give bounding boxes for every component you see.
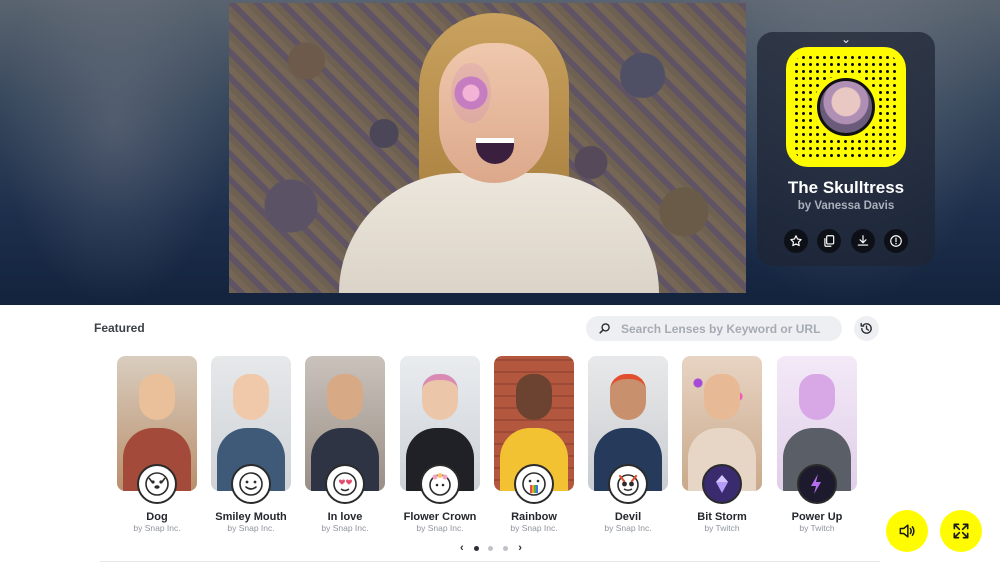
- copy-icon: [824, 235, 835, 247]
- person-sweater: [339, 173, 659, 293]
- lens-tile-devil[interactable]: Devil by Snap Inc.: [588, 356, 668, 534]
- speaker-icon: [899, 524, 915, 538]
- chevron-left-icon[interactable]: ‹: [460, 542, 464, 554]
- lens-preview-photo: [817, 78, 875, 136]
- lens-name: Devil: [614, 511, 642, 523]
- smiley-mouth-icon: [231, 464, 271, 504]
- lens-creator: by Snap Inc.: [604, 523, 652, 533]
- lens-creator: by Snap Inc.: [510, 523, 558, 533]
- devil-icon: [608, 464, 648, 504]
- page-dot-1[interactable]: [473, 545, 479, 551]
- report-button[interactable]: [883, 229, 908, 253]
- lens-creator: by Twitch: [704, 523, 740, 533]
- lens-name: Smiley Mouth: [215, 511, 287, 523]
- rainbow-icon: [514, 464, 554, 504]
- lens-name: Flower Crown: [403, 511, 477, 523]
- search-input[interactable]: [621, 321, 831, 336]
- lens-tile-smiley-mouth[interactable]: Smiley Mouth by Snap Inc.: [211, 356, 291, 534]
- report-icon: [890, 235, 902, 247]
- history-button[interactable]: [854, 316, 879, 341]
- snapcode-center: [813, 74, 879, 140]
- stage-blur-left: [0, 0, 230, 305]
- star-icon: [790, 235, 802, 247]
- lens-author: by Vanessa Davis: [797, 200, 895, 212]
- lens-info-card: ⌄ The Skulltress by Vanessa Davis: [757, 32, 935, 266]
- skull-face-paint: [451, 63, 491, 123]
- copy-link-button[interactable]: [817, 229, 842, 253]
- lens-name: Rainbow: [511, 511, 557, 523]
- dog-face-icon: [137, 464, 177, 504]
- lens-carousel: Dog by Snap Inc. Smiley Mouth by Snap In…: [0, 356, 1000, 536]
- lens-name: Dog: [146, 511, 168, 523]
- lens-name: Power Up: [791, 511, 843, 523]
- bit-storm-icon: [702, 464, 742, 504]
- camera-preview: [229, 3, 746, 293]
- divider: [100, 561, 880, 562]
- featured-heading: Featured: [94, 321, 145, 335]
- lens-tile-dog[interactable]: Dog by Snap Inc.: [117, 356, 197, 534]
- search-box[interactable]: [586, 316, 842, 341]
- fullscreen-button[interactable]: [940, 510, 982, 552]
- download-icon: [857, 235, 868, 246]
- lens-creator: by Snap Inc.: [321, 523, 369, 533]
- lens-tile-rainbow[interactable]: Rainbow by Snap Inc.: [494, 356, 574, 534]
- snapcode[interactable]: [786, 47, 906, 167]
- chevron-right-icon[interactable]: ›: [518, 542, 522, 554]
- power-up-icon: [797, 464, 837, 504]
- download-button[interactable]: [850, 229, 875, 253]
- lens-name: Bit Storm: [697, 511, 747, 523]
- favorite-button[interactable]: [784, 229, 808, 253]
- lens-creator: by Twitch: [799, 523, 835, 533]
- lens-creator: by Snap Inc.: [133, 523, 181, 533]
- lens-name: In love: [327, 511, 363, 523]
- history-icon: [860, 322, 872, 334]
- flower-crown-icon: [420, 464, 460, 504]
- page-dot-2[interactable]: [488, 545, 494, 551]
- lens-tile-flower-crown[interactable]: Flower Crown by Snap Inc.: [400, 356, 480, 534]
- lens-title: The Skulltress: [787, 178, 905, 197]
- in-love-icon: [325, 464, 365, 504]
- expand-icon: [953, 523, 969, 539]
- lens-creator: by Snap Inc.: [227, 523, 275, 533]
- carousel-pagination: ‹ ›: [460, 542, 522, 554]
- lens-tile-power-up[interactable]: Power Up by Twitch: [777, 356, 857, 534]
- page-dot-3[interactable]: [503, 545, 509, 551]
- search-icon: [599, 323, 610, 334]
- lens-tile-bit-storm[interactable]: Bit Storm by Twitch: [682, 356, 762, 534]
- camera-stage: ⌄ The Skulltress by Vanessa Davis: [0, 0, 1000, 305]
- chevron-down-icon[interactable]: ⌄: [839, 33, 853, 45]
- lens-card-actions: [784, 229, 908, 253]
- lens-tile-in-love[interactable]: In love by Snap Inc.: [305, 356, 385, 534]
- lens-creator: by Snap Inc.: [416, 523, 464, 533]
- sound-button[interactable]: [886, 510, 928, 552]
